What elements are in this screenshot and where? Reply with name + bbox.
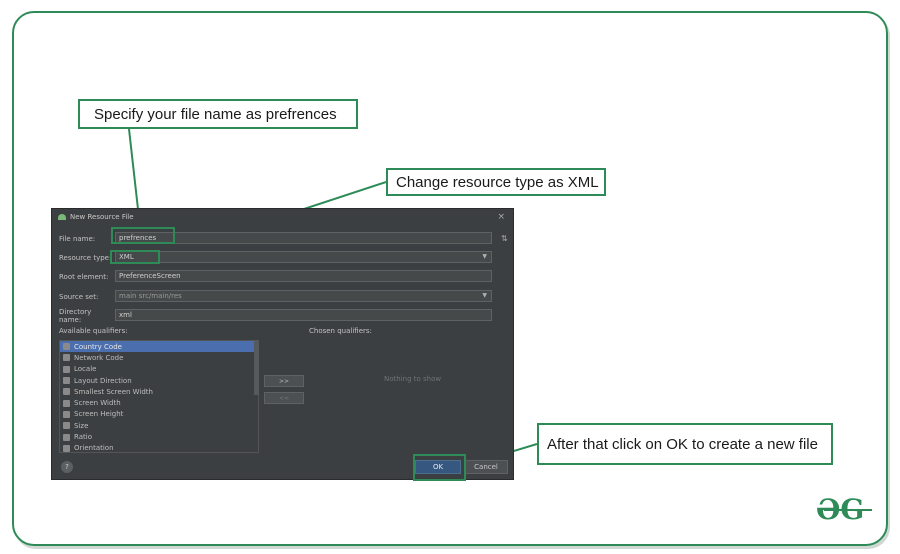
qualifier-item[interactable]: Smallest Screen Width — [60, 386, 258, 397]
qualifier-label: Screen Width — [74, 399, 121, 408]
directory-name-label: Directory name: — [59, 307, 92, 324]
qualifier-item[interactable]: Screen Width — [60, 397, 258, 408]
resource-type-select[interactable]: XML ▼ — [115, 251, 492, 263]
qualifier-item[interactable]: Orientation — [60, 443, 258, 454]
file-name-label: File name: — [59, 234, 96, 243]
qualifier-item[interactable]: Size — [60, 420, 258, 431]
highlight-resource-type — [110, 250, 160, 264]
resource-type-row: Resource type: — [59, 251, 114, 264]
qualifier-item[interactable]: Ratio — [60, 431, 258, 442]
orientation-icon — [63, 444, 70, 452]
source-set-value: main src/main/res — [119, 292, 182, 300]
root-element-label: Root element: — [59, 272, 109, 281]
qualifier-label: Screen Height — [74, 410, 124, 419]
remove-qualifier-button[interactable]: << — [264, 392, 304, 404]
qualifier-item[interactable]: Network Code — [60, 352, 258, 363]
qualifier-label: Layout Direction — [74, 376, 132, 385]
help-button[interactable]: ? — [61, 461, 73, 473]
qualifier-item[interactable]: Layout Direction — [60, 375, 258, 386]
chosen-qualifiers-label: Chosen qualifiers: — [309, 327, 372, 335]
qualifier-label: Ratio — [74, 433, 92, 442]
android-icon — [58, 214, 66, 220]
globe-icon — [63, 365, 70, 373]
resource-type-label: Resource type: — [59, 253, 112, 262]
new-resource-file-dialog: New Resource File × File name: prefrence… — [51, 208, 514, 481]
callout-filename: Specify your file name as prefrences — [78, 99, 358, 129]
directory-row: Directory name: — [59, 307, 114, 324]
highlight-file-name — [111, 227, 175, 244]
dialog-title: New Resource File — [70, 213, 134, 221]
layout-direction-icon — [63, 377, 70, 385]
qualifier-label: Orientation — [74, 444, 114, 453]
screen-width-icon — [63, 388, 70, 396]
screen-width-icon — [63, 399, 70, 407]
close-icon[interactable]: × — [497, 212, 505, 222]
network-code-icon — [63, 354, 70, 362]
chevron-down-icon: ▼ — [482, 253, 487, 260]
source-set-select[interactable]: main src/main/res ▼ — [115, 290, 492, 302]
country-code-icon — [63, 343, 70, 351]
root-element-row: Root element: — [59, 270, 114, 283]
sort-icon[interactable]: ⇅ — [501, 234, 508, 243]
qualifier-label: Smallest Screen Width — [74, 387, 153, 396]
qualifier-item[interactable]: Screen Height — [60, 409, 258, 420]
qualifiers-scrollbar[interactable] — [254, 340, 259, 395]
available-qualifiers-label: Available qualifiers: — [59, 327, 128, 335]
add-qualifier-button[interactable]: >> — [264, 375, 304, 387]
qualifier-item[interactable]: Locale — [60, 364, 258, 375]
highlight-ok-button — [413, 454, 466, 481]
file-name-row: File name: — [59, 232, 114, 245]
qualifier-label: Locale — [74, 365, 97, 374]
callout-ok: After that click on OK to create a new f… — [537, 423, 833, 465]
qualifier-item[interactable]: Country Code — [60, 341, 258, 353]
ratio-icon — [63, 433, 70, 441]
dialog-titlebar: New Resource File — [52, 209, 513, 225]
chevron-down-icon: ▼ — [482, 292, 487, 299]
size-icon — [63, 422, 70, 430]
logo-bar — [824, 509, 872, 511]
nothing-to-show-text: Nothing to show — [384, 375, 442, 383]
cancel-button[interactable]: Cancel — [464, 460, 508, 474]
callout-resource-type: Change resource type as XML — [386, 168, 606, 196]
screen-height-icon — [63, 410, 70, 418]
qualifier-label: Country Code — [74, 342, 122, 351]
qualifier-label: Network Code — [74, 353, 124, 362]
source-set-label: Source set: — [59, 292, 99, 301]
available-qualifiers-list: Country Code Network Code Locale Layout … — [59, 340, 259, 453]
gfg-logo: ƏG — [816, 493, 876, 526]
qualifier-label: Size — [74, 421, 89, 430]
source-set-row: Source set: — [59, 290, 114, 303]
directory-name-input[interactable]: xml — [115, 309, 492, 321]
root-element-input[interactable]: PreferenceScreen — [115, 270, 492, 282]
